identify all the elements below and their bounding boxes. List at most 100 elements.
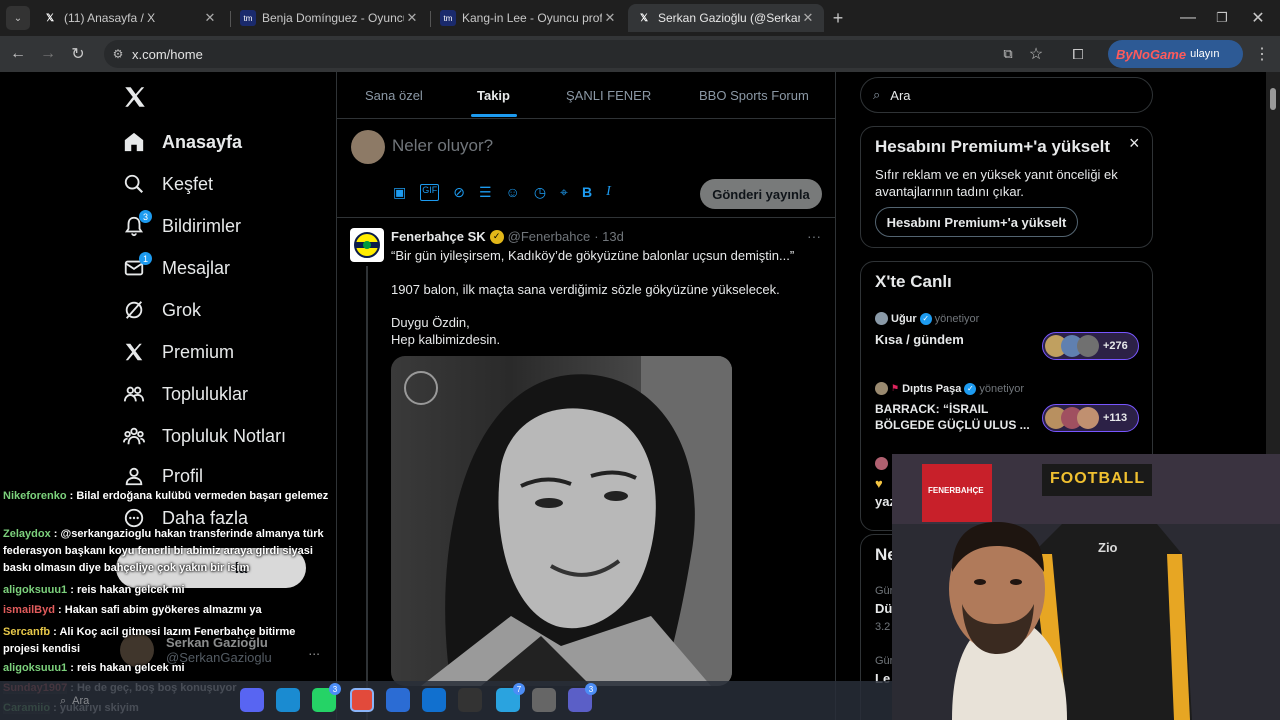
live-item[interactable]: ⚑ Dıptıs Paşa ✓ yönetiyor BARRACK: “İSRA… [875,382,1140,442]
sidebar-item-community-notes[interactable]: Topluluk Notları [122,418,286,454]
sidebar-item-label: Anasayfa [162,131,243,152]
composer-input[interactable]: Neler oluyor? [392,136,493,156]
chat-message: aligoksuuu1 : reis hakan gelcek mi [3,582,333,599]
back-icon[interactable]: ← [6,42,30,66]
search-input[interactable]: ⌕ Ara [860,77,1153,113]
emoji-icon[interactable]: ☺ [506,184,520,201]
sidebar-item-grok[interactable]: Grok [122,292,201,328]
profile-button[interactable]: ByNoGame ulayın [1108,40,1243,68]
browser-tab-bar: ⌄ 𝕏 (11) Anasayfa / X ✕ tm Benja Domíngu… [0,0,1280,36]
tweet[interactable]: Fenerbahçe SK ✓ @Fenerbahce · 13d ··· “B… [337,218,835,720]
close-icon[interactable]: ✕ [800,10,816,26]
bookmark-star-icon[interactable]: ☆ [1024,42,1048,66]
browser-tab[interactable]: tm Kang-in Lee - Oyuncu profili 25 ✕ [432,4,626,32]
install-app-icon[interactable]: ⧉ [996,42,1020,66]
live-role: yönetiyor [934,312,980,325]
tab-sanli-fener[interactable]: ŞANLI FENER [566,72,651,118]
new-tab-icon[interactable]: + [826,6,850,30]
x-logo[interactable] [122,84,148,110]
sidebar-item-label: Grok [162,299,202,320]
sidebar-item-label: Profil [162,465,204,486]
search-icon: ⌕ [60,694,67,707]
news-count: 3.2 [875,621,891,633]
close-icon[interactable]: ✕ [404,10,420,26]
live-host: Uğur [891,312,917,325]
tweet-more-icon[interactable]: ··· [807,228,821,244]
tweet-text-line: Duygu Özdin, [391,315,470,330]
sidebar-item-premium[interactable]: Premium [122,334,234,370]
avatar [875,457,888,470]
outlook-icon[interactable] [422,688,446,712]
verified-icon: ✓ [919,312,932,325]
bold-icon[interactable]: B [582,184,592,201]
tab-for-you[interactable]: Sana özel [365,72,423,118]
sidebar-item-communities[interactable]: Topluluklar [122,376,248,412]
chrome-icon[interactable] [350,688,374,712]
poll-icon[interactable]: ☰ [479,184,492,201]
bell-icon: 3 [122,210,152,238]
grok-icon [122,298,146,322]
tab-label: BBO Sports Forum [699,87,809,103]
tab-bbo-sports[interactable]: BBO Sports Forum [699,72,809,118]
telegram-icon[interactable]: 7 [496,683,525,712]
whatsapp-icon[interactable]: 3 [312,683,341,712]
avatar [875,312,888,325]
tweet-author[interactable]: Fenerbahçe SK [391,229,486,244]
home-icon [122,130,146,154]
tab-search-icon[interactable]: ⌄ [6,6,30,30]
browser-tab-active[interactable]: 𝕏 Serkan Gazioğlu (@SerkanGazio ✕ [628,4,824,32]
close-window-icon[interactable]: ✕ [1246,6,1270,30]
teams-icon[interactable]: 3 [568,683,597,712]
edge-icon[interactable] [276,688,300,712]
tab-title: Kang-in Lee - Oyuncu profili 25 [462,11,602,25]
premium-upgrade-button[interactable]: Hesabını Premium+'a yükselt [875,207,1078,237]
chat-text: Hakan safi abim gyökeres almazmı ya [64,604,262,616]
sidebar-item-home[interactable]: Anasayfa [122,124,242,160]
image-icon[interactable]: ▣ [393,184,406,201]
minimize-icon[interactable]: — [1176,6,1200,30]
publish-button[interactable]: Gönderi yayınla [700,179,822,209]
tweet-avatar[interactable] [350,228,384,262]
listener-pill[interactable]: +113 [1042,404,1139,432]
scrollbar-thumb[interactable] [1270,88,1276,110]
settings-icon[interactable] [532,688,556,712]
location-icon[interactable]: ⌖ [560,184,568,201]
chat-text: Bilal erdoğana kulübü vermeden başarı ge… [76,490,329,502]
news-headline[interactable]: Dü [875,601,892,616]
listener-pill[interactable]: +276 [1042,332,1139,360]
tab-following[interactable]: Takip [477,72,510,118]
gif-icon[interactable]: GIF [420,184,440,201]
tweet-photo[interactable] [391,356,732,686]
tweet-handle[interactable]: @Fenerbahce [508,229,591,244]
site-info-icon[interactable]: ⚙ [104,47,132,61]
reload-icon[interactable]: ↻ [66,42,90,66]
restore-icon[interactable]: ❐ [1210,6,1234,30]
store-icon[interactable] [386,688,410,712]
schedule-icon[interactable]: ◷ [534,184,546,201]
fenerbahce-logo-icon [354,232,380,258]
menu-icon[interactable]: ⋮ [1250,42,1274,66]
browser-tab[interactable]: 𝕏 (11) Anasayfa / X ✕ [34,4,226,32]
close-icon[interactable]: ✕ [602,10,618,26]
close-icon[interactable]: × [1129,133,1140,154]
taskbar-search[interactable]: ⌕ Ara [60,690,180,712]
grok-icon[interactable]: ⊘ [453,184,465,201]
close-icon[interactable]: ✕ [202,10,218,26]
football-sign: FOOTBALL [1050,470,1146,487]
tweet-time[interactable]: · 13d [594,229,624,244]
live-host: Dıptıs Paşa [902,382,962,395]
sidebar-item-label: Premium [162,341,235,362]
avatar [1077,335,1099,357]
live-item[interactable]: Uğur ✓ yönetiyor Kısa / gündem +276 [875,312,1140,362]
obs-icon[interactable] [458,688,482,712]
sidebar-item-explore[interactable]: Keşfet [122,166,213,202]
sidebar-item-notifications[interactable]: 3 Bildirimler [122,208,241,244]
forward-icon[interactable]: → [36,42,60,66]
discord-icon[interactable] [240,688,264,712]
browser-tab[interactable]: tm Benja Domínguez - Oyuncu pro ✕ [232,4,428,32]
sidebar-item-messages[interactable]: 1 Mesajlar [122,250,230,286]
extensions-icon[interactable]: ⧠ [1066,42,1090,66]
chat-message: aligoksuuu1 : reis hakan gelcek mi [3,660,333,677]
avatar [875,382,888,395]
italic-icon[interactable]: I [606,184,611,201]
